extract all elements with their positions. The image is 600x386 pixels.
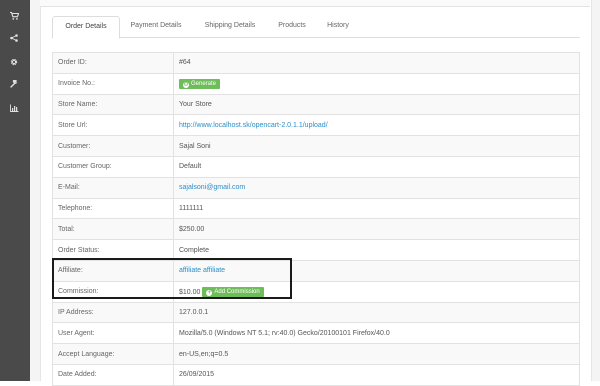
- plus-circle-icon: +: [206, 289, 213, 296]
- total-value: $250.00: [173, 218, 580, 241]
- store-url-link[interactable]: http://www.localhost.sk/opencart-2.0.1.1…: [179, 122, 328, 129]
- generate-invoice-button[interactable]: ⚙ Generate: [179, 78, 221, 89]
- sidebar-item-reports[interactable]: [4, 100, 24, 116]
- order-id-label: Order ID:: [52, 52, 174, 74]
- customer-group-value: Default: [173, 155, 580, 178]
- table-row: Total: $250.00: [52, 218, 580, 241]
- order-status-label: Order Status:: [52, 239, 174, 261]
- tab-shipping-details[interactable]: Shipping Details: [198, 16, 262, 36]
- commission-value: $10.00: [179, 288, 201, 296]
- accept-language-label: Accept Language:: [52, 343, 174, 365]
- tab-history[interactable]: History: [320, 16, 356, 36]
- store-name-label: Store Name:: [52, 93, 174, 116]
- table-row: User Agent: Mozilla/5.0 (Windows NT 5.1;…: [52, 322, 580, 345]
- date-added-value: 26/09/2015: [173, 363, 580, 386]
- table-row: Customer Group: Default: [52, 155, 580, 178]
- bar-chart-icon: [9, 104, 19, 112]
- total-label: Total:: [52, 218, 174, 241]
- tab-order-details[interactable]: Order Details: [52, 16, 120, 39]
- invoice-value: ⚙ Generate: [173, 72, 580, 95]
- panel-header-strip: [40, 0, 590, 7]
- tab-products[interactable]: Products: [272, 16, 312, 36]
- telephone-label: Telephone:: [52, 197, 174, 220]
- customer-label: Customer:: [52, 135, 174, 157]
- tab-payment-details[interactable]: Payment Details: [124, 16, 188, 36]
- user-agent-label: User Agent:: [52, 322, 174, 345]
- table-row: Invoice No.: ⚙ Generate: [52, 72, 580, 95]
- sidebar-item-tools[interactable]: [4, 76, 24, 92]
- email-link[interactable]: sajalsoni@gmail.com: [179, 184, 245, 191]
- customer-group-label: Customer Group:: [52, 155, 174, 178]
- table-row: E-Mail: sajalsoni@gmail.com: [52, 176, 580, 199]
- affiliate-label: Affiliate:: [52, 259, 174, 282]
- order-details-table: Order ID: #64 Invoice No.: ⚙ Generate Sto…: [52, 52, 580, 386]
- accept-language-value: en-US,en;q=0.5: [173, 343, 580, 365]
- table-row: Telephone: 1111111: [52, 197, 580, 220]
- add-commission-button[interactable]: + Add Commission: [202, 286, 264, 297]
- table-row: Affiliate: affiliate affiliate: [52, 259, 580, 282]
- ip-address-label: IP Address:: [52, 301, 174, 324]
- customer-value: Sajal Soni: [173, 135, 580, 157]
- store-name-value: Your Store: [173, 93, 580, 116]
- order-id-value: #64: [173, 52, 580, 74]
- cart-icon: [9, 12, 19, 20]
- order-tabs: Order Details Payment Details Shipping D…: [52, 16, 580, 39]
- order-status-value: Complete: [173, 239, 580, 261]
- generate-button-label: Generate: [191, 80, 217, 87]
- table-row: Order ID: #64: [52, 52, 580, 74]
- add-commission-label: Add Commission: [214, 288, 260, 295]
- invoice-label: Invoice No.:: [52, 72, 174, 95]
- user-agent-value: Mozilla/5.0 (Windows NT 5.1; rv:40.0) Ge…: [173, 322, 580, 345]
- table-row: Accept Language: en-US,en;q=0.5: [52, 343, 580, 365]
- sidebar-item-system[interactable]: [4, 54, 24, 70]
- telephone-value: 1111111: [173, 197, 580, 220]
- gear-icon: ⚙: [183, 81, 189, 88]
- table-row: Date Added: 26/09/2015: [52, 363, 580, 386]
- share-icon: [10, 34, 18, 42]
- sidebar: [0, 0, 30, 381]
- table-row: Commission: $10.00 + Add Commission: [52, 280, 580, 303]
- sidebar-item-marketing[interactable]: [4, 30, 24, 46]
- date-added-label: Date Added:: [52, 363, 174, 386]
- wrench-icon: [10, 80, 18, 88]
- email-label: E-Mail:: [52, 176, 174, 199]
- table-row: Customer: Sajal Soni: [52, 135, 580, 157]
- affiliate-link[interactable]: affiliate affiliate: [179, 267, 225, 274]
- store-url-label: Store Url:: [52, 114, 174, 137]
- ip-address-value: 127.0.0.1: [173, 301, 580, 324]
- sidebar-item-sales[interactable]: [4, 8, 24, 24]
- table-row: Order Status: Complete: [52, 239, 580, 261]
- commission-label: Commission:: [52, 280, 174, 303]
- table-row: IP Address: 127.0.0.1: [52, 301, 580, 324]
- table-row: Store Name: Your Store: [52, 93, 580, 116]
- table-row: Store Url: http://www.localhost.sk/openc…: [52, 114, 580, 137]
- gear-icon: [10, 58, 18, 66]
